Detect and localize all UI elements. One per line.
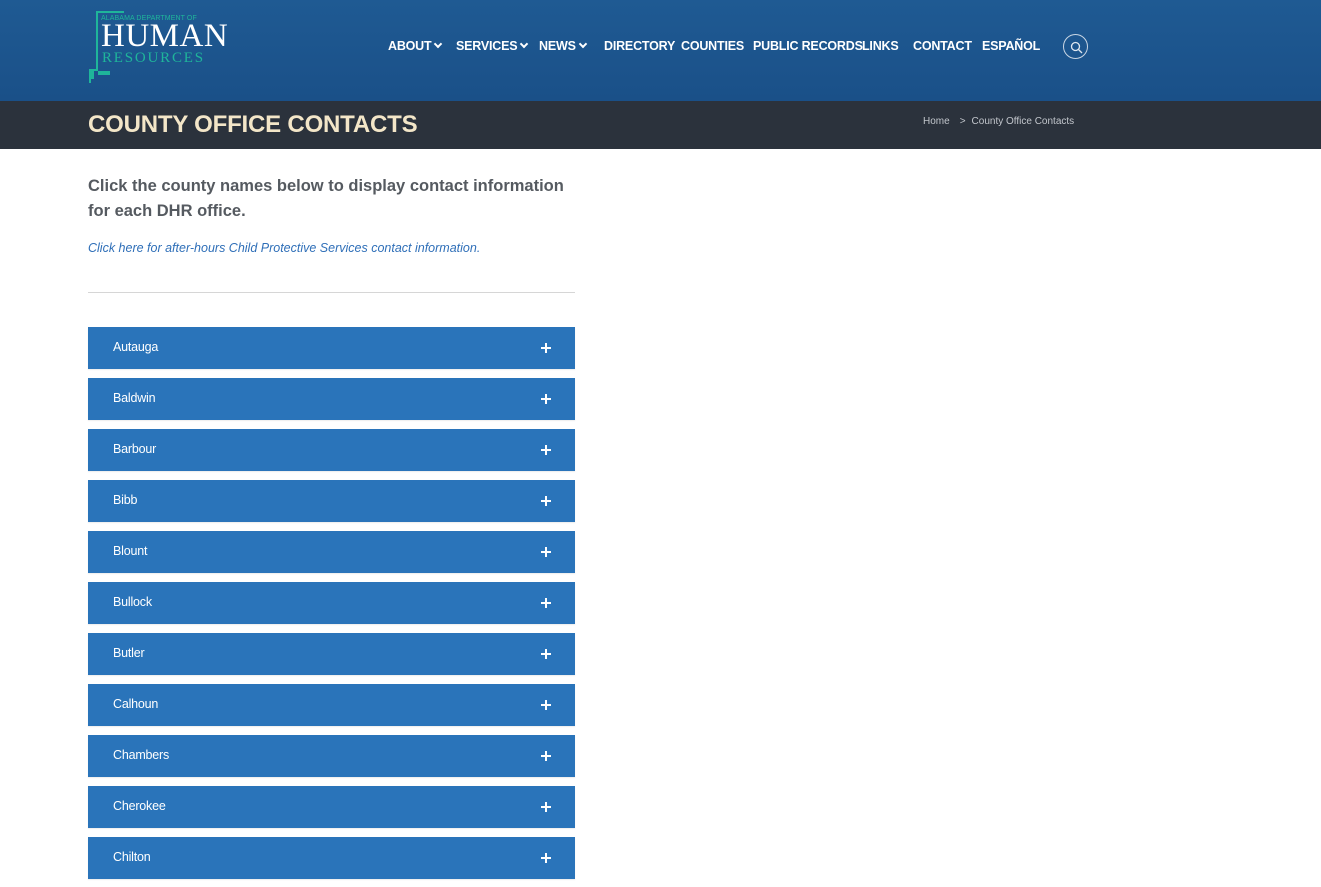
plus-icon [541,496,551,506]
county-item-blount[interactable]: Blount [88,531,575,573]
plus-icon [541,394,551,404]
breadcrumb: Home > County Office Contacts [923,116,1074,128]
nav-item-label: SERVICES [456,39,518,53]
plus-icon [541,700,551,710]
nav-item-directory[interactable]: DIRECTORY [604,37,675,55]
county-item-autauga[interactable]: Autauga [88,327,575,369]
county-label: Baldwin [113,391,156,405]
breadcrumb-current: County Office Contacts [971,116,1075,127]
county-item-bullock[interactable]: Bullock [88,582,575,624]
plus-icon [541,853,551,863]
page-title-bar: COUNTY OFFICE CONTACTS Home > County Offic… [0,101,1321,149]
chevron-down-icon [520,39,529,49]
plus-icon [541,802,551,812]
county-accordion: Autauga Baldwin Barbour Bibb Blount Bull… [88,327,575,887]
county-label: Blount [113,544,148,558]
county-item-barbour[interactable]: Barbour [88,429,575,471]
county-label: Bibb [113,493,138,507]
chevron-down-icon [578,39,587,49]
search-icon [1070,41,1083,54]
county-item-cherokee[interactable]: Cherokee [88,786,575,828]
divider [88,292,575,293]
county-label: Chilton [113,850,151,864]
logo-sub-text: RESOURCES [102,50,205,66]
county-item-butler[interactable]: Butler [88,633,575,675]
county-item-calhoun[interactable]: Calhoun [88,684,575,726]
plus-icon [541,751,551,761]
county-item-chilton[interactable]: Chilton [88,837,575,879]
county-label: Bullock [113,595,152,609]
plus-icon [541,445,551,455]
intro-text: Click the county names below to display … [88,177,564,220]
plus-icon [541,547,551,557]
county-item-baldwin[interactable]: Baldwin [88,378,575,420]
county-label: Cherokee [113,799,166,813]
plus-icon [541,343,551,353]
county-label: Barbour [113,442,157,456]
nav-item-links[interactable]: LINKS [862,37,899,55]
nav-item-services[interactable]: SERVICES [456,37,529,55]
nav-item-label: NEWS [539,39,576,53]
logo-main-text: HUMAN [101,18,229,54]
chevron-down-icon [434,39,443,49]
nav-item-contact[interactable]: CONTACT [913,37,972,55]
nav-item-public-records[interactable]: PUBLIC RECORDS [753,37,863,55]
county-label: Calhoun [113,697,159,711]
plus-icon [541,598,551,608]
county-label: Butler [113,646,145,660]
nav-item-label: ABOUT [388,39,432,53]
nav-item-about[interactable]: ABOUT [388,37,443,55]
nav-item-espanol[interactable]: ESPAÑOL [982,37,1040,55]
dhr-logo[interactable]: ALABAMA DEPARTMENT OF HUMAN RESOURCES [88,9,228,85]
county-label: Chambers [113,748,170,762]
search-button[interactable] [1063,34,1088,59]
county-label: Autauga [113,340,159,354]
county-item-bibb[interactable]: Bibb [88,480,575,522]
after-hours-cps-link[interactable]: Click here for after-hours Child Protect… [88,241,480,256]
site-header: ALABAMA DEPARTMENT OF HUMAN RESOURCES AB… [0,0,1321,101]
breadcrumb-home-link[interactable]: Home [923,116,950,127]
page-title: COUNTY OFFICE CONTACTS [88,111,418,138]
county-item-chambers[interactable]: Chambers [88,735,575,777]
chevron-right-icon: > [959,116,966,127]
nav-item-news[interactable]: NEWS [539,37,587,55]
nav-item-counties[interactable]: COUNTIES [681,37,744,55]
plus-icon [541,649,551,659]
